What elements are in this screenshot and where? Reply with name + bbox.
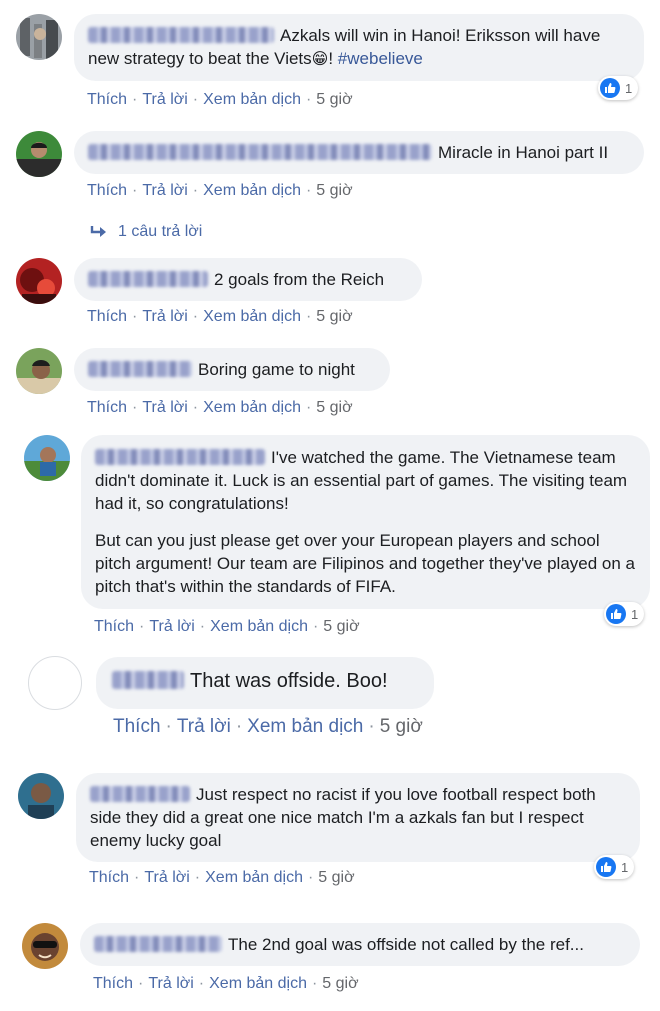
translate-button[interactable]: Xem bản dịch — [203, 308, 301, 325]
avatar[interactable] — [24, 435, 70, 481]
comment-actions: Thích · Trả lời · Xem bản dịch · 5 giờ — [113, 716, 423, 737]
timestamp[interactable]: 5 giờ — [322, 975, 358, 992]
reaction-count[interactable]: 1 — [604, 602, 645, 626]
like-icon — [606, 604, 626, 624]
like-button[interactable]: Thích — [87, 308, 127, 325]
like-icon — [596, 857, 616, 877]
reply-button[interactable]: Trả lời — [142, 91, 187, 108]
author-name[interactable] — [88, 271, 208, 287]
reply-button[interactable]: Trả lời — [142, 399, 187, 416]
avatar[interactable] — [22, 923, 68, 969]
comment-bubble: Just respect no racist if you love footb… — [76, 773, 640, 862]
comment-actions: Thích · Trả lời · Xem bản dịch · 5 giờ — [87, 399, 353, 416]
reaction-count[interactable]: 1 — [594, 855, 635, 879]
reply-button[interactable]: Trả lời — [177, 716, 231, 737]
translate-button[interactable]: Xem bản dịch — [247, 716, 363, 737]
translate-button[interactable]: Xem bản dịch — [203, 399, 301, 416]
like-count: 1 — [631, 606, 639, 622]
reaction-count[interactable]: 1 — [598, 76, 639, 100]
translate-button[interactable]: Xem bản dịch — [203, 182, 301, 199]
comment-bubble: I've watched the game. The Vietnamese te… — [81, 435, 650, 609]
reply-button[interactable]: Trả lời — [149, 618, 194, 635]
reply-button[interactable]: Trả lời — [144, 869, 189, 886]
hashtag-link[interactable]: #webelieve — [338, 49, 423, 68]
author-name[interactable] — [90, 786, 190, 802]
avatar[interactable] — [18, 773, 64, 819]
like-button[interactable]: Thích — [87, 91, 127, 108]
author-name[interactable] — [95, 449, 265, 465]
timestamp[interactable]: 5 giờ — [323, 618, 359, 635]
comment-bubble: The 2nd goal was offside not called by t… — [80, 923, 640, 966]
comment-actions: Thích · Trả lời · Xem bản dịch · 5 giờ — [87, 308, 353, 325]
reply-button[interactable]: Trả lời — [142, 308, 187, 325]
like-button[interactable]: Thích — [89, 869, 129, 886]
like-button[interactable]: Thích — [113, 716, 161, 737]
comment-text: That was offside. Boo! — [190, 670, 388, 692]
comment-text: Boring game to night — [198, 360, 355, 379]
comment-bubble: Miracle in Hanoi part II — [74, 131, 644, 174]
like-button[interactable]: Thích — [93, 975, 133, 992]
timestamp[interactable]: 5 giờ — [318, 869, 354, 886]
comment-actions: Thích · Trả lời · Xem bản dịch · 5 giờ — [89, 869, 355, 886]
comment-actions: Thích · Trả lời · Xem bản dịch · 5 giờ — [87, 91, 353, 108]
translate-button[interactable]: Xem bản dịch — [205, 869, 303, 886]
replies-count: 1 câu trả lời — [118, 223, 203, 240]
comment-actions: Thích · Trả lời · Xem bản dịch · 5 giờ — [93, 975, 359, 992]
avatar[interactable] — [16, 131, 62, 177]
author-name[interactable] — [112, 671, 184, 689]
reply-arrow-icon — [90, 226, 106, 237]
translate-button[interactable]: Xem bản dịch — [209, 975, 307, 992]
timestamp[interactable]: 5 giờ — [380, 716, 423, 737]
reply-button[interactable]: Trả lời — [142, 182, 187, 199]
avatar[interactable] — [16, 258, 62, 304]
timestamp[interactable]: 5 giờ — [316, 91, 352, 108]
like-count: 1 — [625, 80, 633, 96]
comment-text-paragraph-2: But can you just please get over your Eu… — [95, 531, 635, 596]
author-name[interactable] — [94, 936, 222, 952]
view-replies-link[interactable]: 1 câu trả lời — [90, 223, 202, 241]
like-button[interactable]: Thích — [87, 399, 127, 416]
comment-text: Miracle in Hanoi part II — [438, 143, 609, 162]
reply-button[interactable]: Trả lời — [148, 975, 193, 992]
translate-button[interactable]: Xem bản dịch — [203, 91, 301, 108]
like-button[interactable]: Thích — [87, 182, 127, 199]
comment-bubble: Azkals will win in Hanoi! Eriksson will … — [74, 14, 644, 81]
avatar[interactable] — [16, 348, 62, 394]
avatar[interactable] — [16, 14, 62, 60]
comment-actions: Thích · Trả lời · Xem bản dịch · 5 giờ — [94, 618, 360, 635]
comment-bubble: 2 goals from the Reich — [74, 258, 422, 301]
like-count: 1 — [621, 859, 629, 875]
author-name[interactable] — [88, 144, 432, 160]
comment-actions: Thích · Trả lời · Xem bản dịch · 5 giờ — [87, 182, 353, 199]
author-name[interactable] — [88, 361, 192, 377]
grin-emoji-icon: 😁 — [311, 51, 329, 68]
comment-bubble: Boring game to night — [74, 348, 390, 391]
translate-button[interactable]: Xem bản dịch — [210, 618, 308, 635]
comment-text: 2 goals from the Reich — [214, 270, 385, 289]
timestamp[interactable]: 5 giờ — [316, 308, 352, 325]
comment-bubble: That was offside. Boo! — [96, 657, 434, 709]
like-button[interactable]: Thích — [94, 618, 134, 635]
comment-text: The 2nd goal was offside not called by t… — [228, 935, 584, 954]
avatar[interactable] — [28, 656, 82, 710]
author-name[interactable] — [88, 27, 274, 43]
like-icon — [600, 78, 620, 98]
timestamp[interactable]: 5 giờ — [316, 399, 352, 416]
timestamp[interactable]: 5 giờ — [316, 182, 352, 199]
